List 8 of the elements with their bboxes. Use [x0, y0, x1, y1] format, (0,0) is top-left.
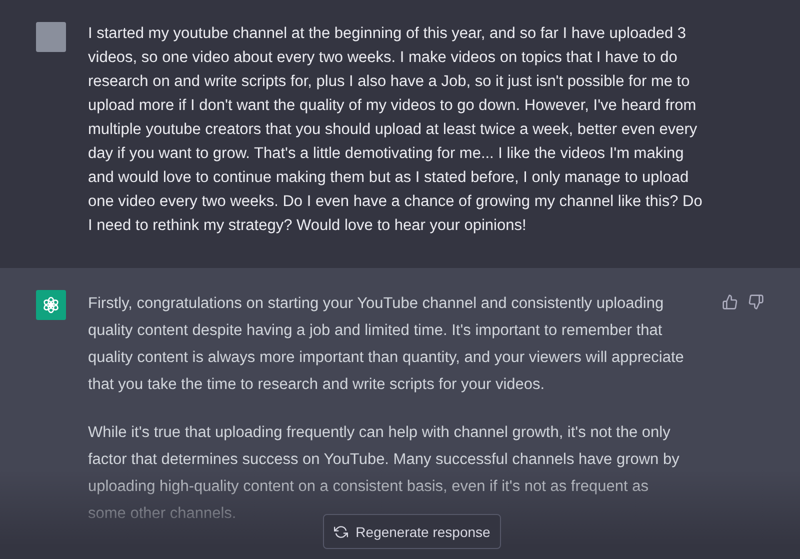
thumbs-up-icon[interactable]	[722, 294, 738, 310]
user-message: I started my youtube channel at the beginning of this year, and so far I have uploaded 3 videos, so one video about every two weeks. I make videos on topics that I have to do research on and write scripts for, plus I also have a Job, so it just isn't possible for me to upload more if I don't want the quality of my videos to go down. However, I've heard from multiple youtube creators that you should upload at least twice a week, better even every day if you want to grow. That's a little demotivating for me... I like the videos I'm making and would love to continue making them but as I stated before, I only manage to upload one video every two weeks. Do I even have a chance of growing my channel like this? Do I need to rethink my strategy? Would love to hear your opinions!	[88, 24, 704, 236]
thumbs-down-icon[interactable]	[748, 294, 764, 310]
photo-placeholder	[36, 22, 66, 52]
refresh-icon	[334, 524, 348, 538]
regenerate-button[interactable]: Regenerate response	[323, 514, 501, 549]
assistant-paragraph: Firstly, congratulations on starting your YouTube channel and consistently uploading quality content despite having a job and limited time. It's important to remember that quality content is always more important than quantity, and your viewers will appreciate that you take the time to research and write scripts for your videos.	[88, 294, 685, 395]
assistant-logo-icon	[36, 290, 66, 320]
